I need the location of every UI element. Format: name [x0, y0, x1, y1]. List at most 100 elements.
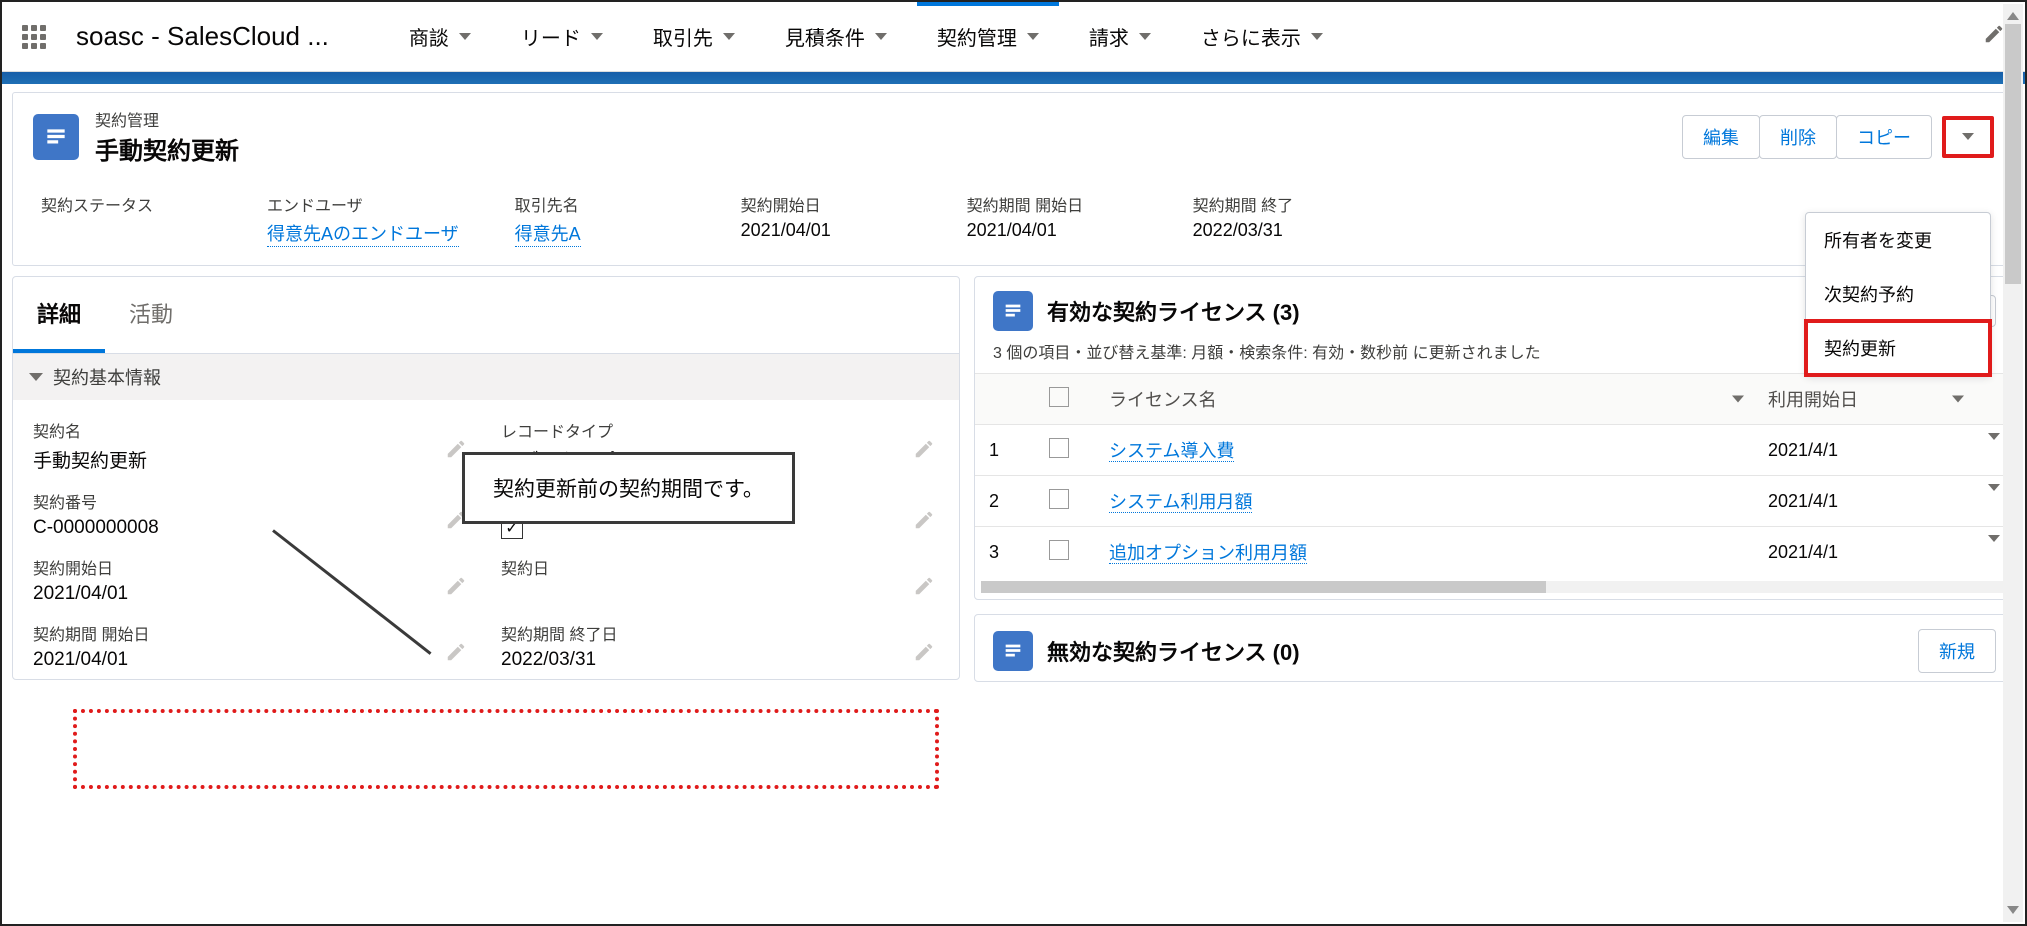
edit-button[interactable]: 編集	[1682, 115, 1760, 159]
row-menu-icon[interactable]	[1988, 484, 2000, 511]
section-title: 契約基本情報	[53, 364, 161, 390]
record-icon	[33, 114, 79, 160]
chevron-down-icon	[1311, 33, 1323, 40]
license-name-link[interactable]: システム利用月額	[1109, 492, 1252, 513]
field-value: 手動契約更新	[33, 446, 471, 473]
table-row: 1システム導入費2021/4/1	[975, 425, 2014, 476]
highlight-label: 契約期間 開始日	[967, 192, 1137, 216]
chevron-down-icon	[1027, 33, 1039, 40]
chevron-down-icon	[1952, 396, 1964, 403]
chevron-down-icon	[875, 33, 887, 40]
section-basic-info[interactable]: 契約基本情報	[13, 354, 959, 400]
menu-renew-contract[interactable]: 契約更新	[1806, 321, 1990, 375]
app-launcher-icon[interactable]	[22, 25, 46, 49]
row-index: 2	[975, 476, 1035, 527]
highlight-value: 2021/04/01	[967, 220, 1137, 241]
nav-tab-label: 請求	[1089, 22, 1129, 51]
highlight-label: 取引先名	[515, 192, 685, 216]
pencil-icon[interactable]	[913, 509, 935, 536]
scroll-up-icon[interactable]	[2007, 8, 2019, 20]
chevron-down-icon	[29, 373, 43, 381]
menu-change-owner[interactable]: 所有者を変更	[1806, 213, 1990, 267]
field-label: 契約開始日	[33, 555, 471, 579]
select-all-checkbox[interactable]	[1049, 387, 1069, 407]
license-start-date: 2021/4/1	[1754, 476, 1974, 527]
highlight-period-box	[73, 709, 939, 789]
horizontal-scrollbar[interactable]	[981, 581, 2008, 593]
invalid-licenses-title[interactable]: 無効な契約ライセンス (0)	[1047, 635, 1300, 667]
highlight-field-1: エンドユーザ得意先Aのエンドユーザ	[267, 192, 459, 247]
nav-tab-3[interactable]: 見積条件	[765, 2, 907, 71]
pencil-icon[interactable]	[913, 641, 935, 668]
field-value: 2021/04/01	[33, 583, 471, 605]
field-label: 契約期間 終了日	[501, 621, 939, 645]
highlight-value[interactable]: 得意先Aのエンドユーザ	[267, 220, 459, 247]
row-index: 3	[975, 527, 1035, 578]
more-actions-button[interactable]	[1942, 116, 1994, 158]
field-label: 契約名	[33, 418, 471, 442]
invalid-licenses-card: 無効な契約ライセンス (0) 新規	[974, 614, 2015, 682]
field-contract-no: 契約番号C-0000000008	[33, 481, 471, 547]
nav-tab-label: 見積条件	[785, 22, 865, 51]
tab-activity[interactable]: 活動	[105, 277, 197, 353]
license-start-date: 2021/4/1	[1754, 425, 1974, 476]
license-name-link[interactable]: 追加オプション利用月額	[1109, 543, 1307, 564]
field-contract-date: 契約日	[501, 547, 939, 613]
object-label: 契約管理	[95, 107, 239, 131]
highlight-value[interactable]: 得意先A	[515, 220, 581, 247]
nav-tab-0[interactable]: 商談	[389, 2, 491, 71]
pencil-icon[interactable]	[913, 438, 935, 465]
table-row: 2 システム利用月額 2021/4/1	[975, 476, 2014, 527]
row-checkbox[interactable]	[1049, 540, 1069, 560]
col-start-date[interactable]: 利用開始日	[1754, 374, 1974, 425]
highlight-field-5: 契約期間 終了2022/03/31	[1193, 192, 1363, 247]
pencil-icon[interactable]	[445, 575, 467, 602]
copy-button[interactable]: コピー	[1836, 115, 1932, 159]
license-name-link[interactable]: システム導入費	[1109, 441, 1234, 462]
field-label: 契約番号	[33, 489, 471, 513]
tab-detail[interactable]: 詳細	[13, 277, 105, 353]
pencil-icon[interactable]	[445, 641, 467, 668]
pencil-icon[interactable]	[913, 575, 935, 602]
highlight-value: 2021/04/01	[741, 220, 911, 241]
license-icon	[993, 291, 1033, 331]
highlight-field-4: 契約期間 開始日 2021/04/01	[967, 192, 1137, 247]
nav-tab-label: リード	[521, 22, 581, 51]
delete-button[interactable]: 削除	[1759, 115, 1837, 159]
nav-tab-5[interactable]: 請求	[1069, 2, 1171, 71]
edit-nav-icon[interactable]	[1983, 23, 2005, 51]
row-menu-icon[interactable]	[1988, 535, 2000, 562]
nav-tab-4[interactable]: 契約管理	[917, 2, 1059, 71]
row-checkbox[interactable]	[1049, 438, 1069, 458]
record-actions: 編集 削除 コピー	[1683, 115, 1994, 159]
field-value: 2022/03/31	[501, 649, 939, 671]
nav-tab-label: 商談	[409, 22, 449, 51]
nav-tab-label: 取引先	[653, 22, 713, 51]
scroll-down-icon[interactable]	[2007, 906, 2019, 918]
field-contract-name: 契約名手動契約更新	[33, 410, 471, 481]
nav-tab-2[interactable]: 取引先	[633, 2, 755, 71]
record-header: 契約管理 手動契約更新 編集 削除 コピー 契約ステータスエンドユーザ得意先Aの…	[12, 92, 2015, 266]
vertical-scrollbar[interactable]	[2003, 4, 2023, 922]
menu-next-reserve[interactable]: 次契約予約	[1806, 267, 1990, 321]
nav-tab-label: さらに表示	[1201, 22, 1301, 51]
table-row: 3追加オプション利用月額2021/4/1	[975, 527, 2014, 578]
field-value: 2021/04/01	[33, 649, 471, 671]
scroll-thumb[interactable]	[2005, 24, 2021, 284]
field-period-end: 契約期間 終了日 2022/03/31	[501, 613, 939, 679]
license-icon	[993, 631, 1033, 671]
nav-tab-1[interactable]: リード	[501, 2, 623, 71]
col-license-name[interactable]: ライセンス名	[1095, 374, 1754, 425]
field-period-start: 契約期間 開始日2021/04/01	[33, 613, 471, 679]
new-license-button[interactable]: 新規	[1918, 629, 1996, 673]
highlight-field-0: 契約ステータス	[41, 192, 211, 247]
row-menu-icon[interactable]	[1988, 433, 2000, 460]
nav-tab-6[interactable]: さらに表示	[1181, 2, 1343, 71]
row-checkbox[interactable]	[1049, 489, 1069, 509]
chevron-down-icon	[591, 33, 603, 40]
highlight-label: 契約期間 終了	[1193, 192, 1363, 216]
valid-licenses-title[interactable]: 有効な契約ライセンス (3)	[1047, 295, 1300, 327]
field-start: 契約開始日 2021/04/01	[33, 547, 471, 613]
nav-tab-label: 契約管理	[937, 22, 1017, 51]
licenses-table: ライセンス名 利用開始日 1システム導入費2021/4/12システム利用月額20…	[975, 373, 2014, 577]
